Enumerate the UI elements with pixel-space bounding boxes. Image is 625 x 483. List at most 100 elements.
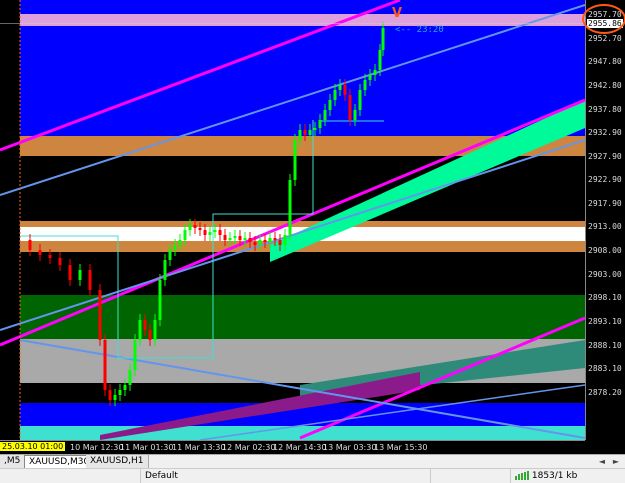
zone-blue-upper xyxy=(20,26,585,136)
tab-scroll-left-icon[interactable]: ◄ xyxy=(596,456,608,467)
candle-body xyxy=(123,385,127,390)
price-tick: 2922.90 xyxy=(588,175,622,185)
time-tick: 11 Mar 01:30 xyxy=(120,443,174,452)
time-tick: 11 Mar 13:30 xyxy=(172,443,226,452)
candle-body xyxy=(178,240,182,245)
candle-body xyxy=(303,130,307,135)
price-tick: 2888.10 xyxy=(588,340,622,350)
candle-body xyxy=(273,238,277,240)
candle-body xyxy=(298,130,302,140)
candle-body xyxy=(368,75,372,80)
candle-body xyxy=(193,225,197,228)
status-bar: Default 1853/1 kb xyxy=(0,468,625,483)
candle-body xyxy=(48,255,52,258)
candle-body xyxy=(338,85,342,90)
status-empty-1 xyxy=(430,469,515,483)
candle-body xyxy=(223,235,227,240)
zone-orange-thin xyxy=(20,221,585,227)
candle-body xyxy=(113,395,117,400)
candle-body xyxy=(198,228,202,230)
candle-body xyxy=(363,80,367,90)
candle-body xyxy=(213,230,217,232)
traffic-label: 1853/1 kb xyxy=(531,471,578,481)
bar-countdown: <-- 23:20 xyxy=(395,25,444,35)
candle-body xyxy=(233,236,237,238)
candle-body xyxy=(333,90,337,100)
candle-body xyxy=(68,265,72,280)
candle-body xyxy=(183,230,187,240)
price-tick: 2937.80 xyxy=(588,104,622,114)
candle-body xyxy=(253,242,257,245)
chart-tabs: ,M5 XAUUSD,M30 XAUUSD,H1 ◄ ► xyxy=(0,454,625,469)
candle-body xyxy=(378,50,382,70)
candle-body xyxy=(373,70,377,75)
candle-body xyxy=(308,130,312,135)
candle-body xyxy=(278,240,282,245)
time-axis[interactable]: 25.03.10 01:00 10 Mar 12:30 11 Mar 01:30 1… xyxy=(0,440,585,455)
candle-body xyxy=(268,238,272,242)
candle-body xyxy=(353,110,357,120)
candle-body xyxy=(263,240,267,242)
candle-body xyxy=(288,180,292,235)
candle-body xyxy=(323,110,327,120)
candle-body xyxy=(228,238,232,240)
candle-body xyxy=(168,250,172,260)
candle-body xyxy=(38,250,42,255)
candle-body xyxy=(243,238,247,240)
time-tick: 13 Mar 03:30 xyxy=(323,443,377,452)
annotation-arrow-icon: V xyxy=(392,6,403,21)
candle-body xyxy=(203,230,207,235)
price-axis[interactable]: 2957.70 2952.70 2947.80 2942.80 2937.80 2932.… xyxy=(585,0,625,440)
tab-xauusd-h1[interactable]: XAUUSD,H1 xyxy=(86,455,149,468)
annotation-circle xyxy=(582,4,625,34)
candle-body xyxy=(118,390,122,395)
candle-body xyxy=(238,236,242,240)
tab-xauusd-m30[interactable]: XAUUSD,M30 xyxy=(24,455,95,469)
price-tick: 2913.00 xyxy=(588,222,622,232)
price-tick: 2883.10 xyxy=(588,364,622,374)
candle-body xyxy=(158,280,162,320)
zone-pink-top xyxy=(20,14,585,26)
candle-body xyxy=(138,320,142,340)
candle-body xyxy=(293,140,297,180)
price-tick: 2898.10 xyxy=(588,293,622,303)
candle-body xyxy=(348,95,352,120)
time-axis-start-label: 25.03.10 01:00 xyxy=(0,442,66,451)
status-traffic: 1853/1 kb xyxy=(510,469,625,483)
candle-body xyxy=(258,240,262,245)
time-tick: 10 Mar 12:30 xyxy=(70,443,124,452)
price-tick: 2932.90 xyxy=(588,127,622,137)
price-tick: 2878.20 xyxy=(588,387,622,397)
zone-blue-top xyxy=(20,0,585,14)
candle-body xyxy=(148,330,152,340)
candle-body xyxy=(133,340,137,370)
candle-body xyxy=(381,28,385,50)
tab-scroll-right-icon[interactable]: ► xyxy=(610,456,622,467)
candle-body xyxy=(283,235,287,245)
candle-body xyxy=(358,90,362,110)
time-tick: 12 Mar 02:30 xyxy=(222,443,276,452)
candle-body xyxy=(153,320,157,340)
candle-body xyxy=(128,370,132,385)
candle-body xyxy=(173,245,177,250)
tab-m5[interactable]: ,M5 xyxy=(0,455,26,468)
price-tick: 2947.80 xyxy=(588,57,622,67)
candle-body xyxy=(248,238,252,242)
time-tick: 12 Mar 14:30 xyxy=(273,443,327,452)
candle-body xyxy=(98,290,102,340)
price-tick: 2908.00 xyxy=(588,246,622,256)
price-tick: 2903.00 xyxy=(588,269,622,279)
candle-body xyxy=(78,270,82,280)
candle-body xyxy=(58,258,62,265)
candle-body xyxy=(218,230,222,235)
price-chart[interactable]: <-- 23:20 V xyxy=(0,0,585,440)
candle-body xyxy=(313,128,317,130)
candle-body xyxy=(88,270,92,290)
bars-icon xyxy=(515,471,529,480)
candle-body xyxy=(328,100,332,110)
candle-body xyxy=(208,232,212,235)
candle-body xyxy=(188,225,192,230)
candle-body xyxy=(343,85,347,95)
price-tick: 2893.10 xyxy=(588,316,622,326)
price-tick: 2952.70 xyxy=(588,33,622,43)
